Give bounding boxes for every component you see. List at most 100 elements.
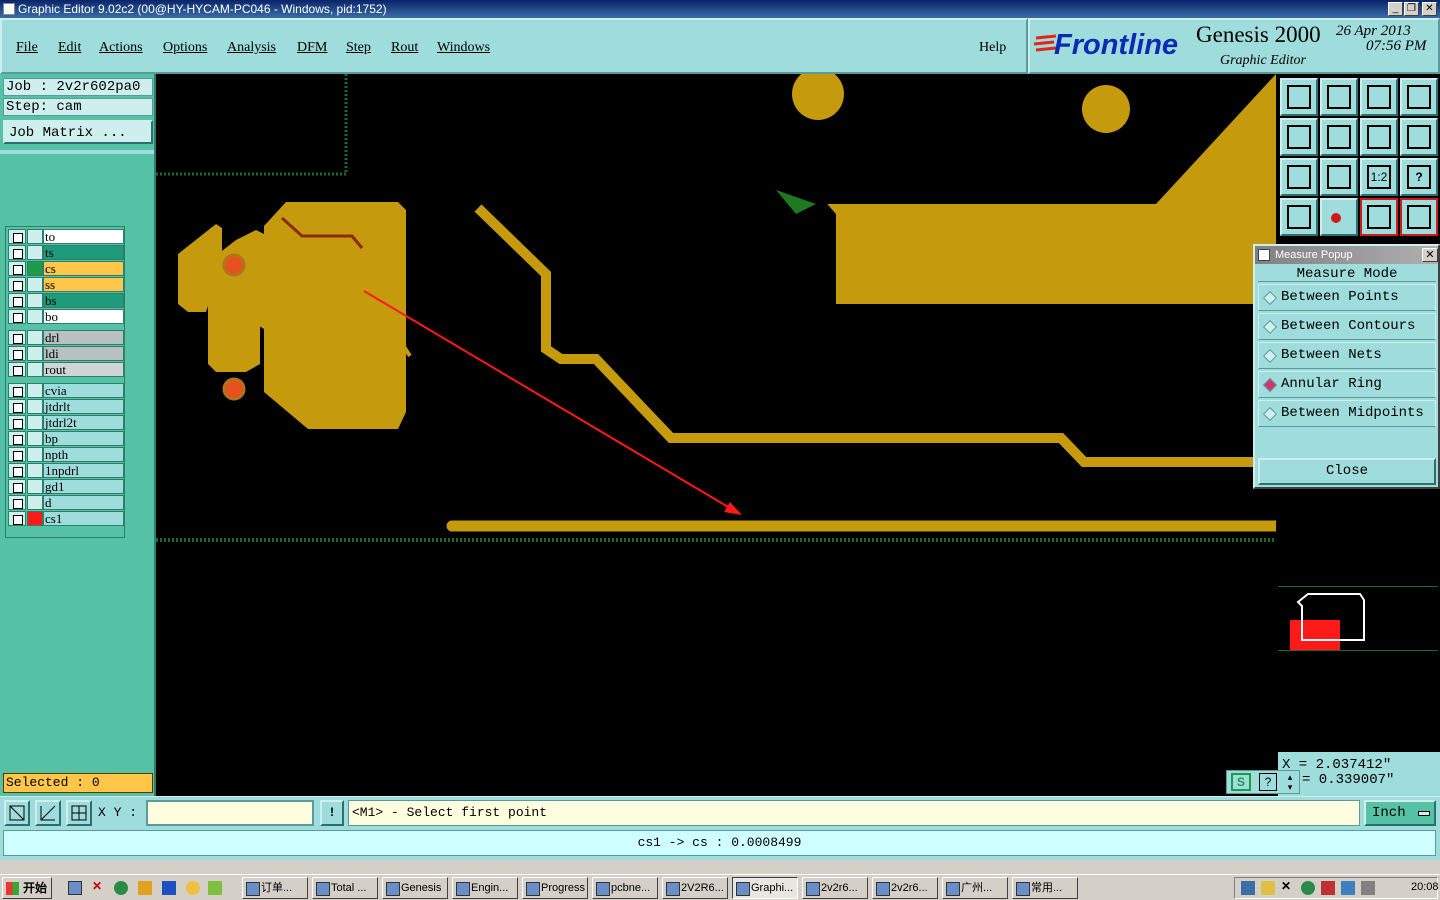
layer-checkbox[interactable] [8,293,26,308]
minimize-button[interactable]: _ [1388,2,1403,16]
net-highlight-icon[interactable] [1400,198,1438,236]
layer-name[interactable]: jtdrlt [43,399,124,414]
layer-row-8[interactable]: rout [8,362,126,377]
layer-color-swatch[interactable] [27,463,43,478]
menu-options[interactable]: Options [163,40,207,56]
tray-icon[interactable] [1341,881,1355,895]
menu-file[interactable]: File [16,40,38,56]
layer-checkbox[interactable] [8,383,26,398]
layer-name[interactable]: npth [43,447,124,462]
layer-row-17[interactable]: cs1 [8,511,126,526]
quicklaunch-icon[interactable] [68,881,82,895]
menu-help[interactable]: Help [979,40,1006,56]
window-icon[interactable] [1400,78,1438,116]
layer-checkbox[interactable] [8,229,26,244]
layer-row-9[interactable]: cvia [8,383,126,398]
quicklaunch-icon[interactable] [138,881,152,895]
taskbar-item[interactable]: 2v2r6... [872,877,938,899]
layer-color-swatch[interactable] [27,447,43,462]
quicklaunch-icon[interactable] [208,881,222,895]
layer-row-0[interactable]: to [8,229,126,244]
layer-name[interactable]: rout [43,362,124,377]
layer-color-swatch[interactable] [27,431,43,446]
units-select[interactable]: Inch [1364,800,1436,826]
layer-row-2[interactable]: cs [8,261,126,276]
measure-option[interactable]: Between Midpoints [1258,400,1436,427]
layer-row-14[interactable]: 1npdrl [8,463,126,478]
layer-color-swatch[interactable] [27,261,43,276]
layer-row-16[interactable]: d [8,495,126,510]
taskbar-item[interactable]: Genesis [382,877,448,899]
layer-checkbox[interactable] [8,447,26,462]
overview-map[interactable] [1278,586,1438,652]
snap-icon[interactable]: S [1231,773,1251,791]
layer-color-swatch[interactable] [27,511,43,526]
measure-option[interactable]: Between Nets [1258,342,1436,369]
maximize-button[interactable]: ❐ [1404,2,1419,16]
layer-color-swatch[interactable] [27,245,43,260]
pan-right-icon[interactable] [1320,118,1358,156]
layer-checkbox[interactable] [8,362,26,377]
probe-icon[interactable] [1320,198,1358,236]
layer-row-15[interactable]: gd1 [8,479,126,494]
layer-name[interactable]: ss [43,277,124,292]
layer-checkbox[interactable] [8,277,26,292]
menu-analysis[interactable]: Analysis [227,40,276,56]
layer-name[interactable]: 1npdrl [43,463,124,478]
layer-row-6[interactable]: drl [8,330,126,345]
settings-icon[interactable] [1280,198,1318,236]
quicklaunch-icon[interactable] [114,881,128,895]
popup-close-button[interactable]: Close [1258,458,1436,485]
layer-name[interactable]: cs [43,261,124,276]
taskbar-item[interactable]: Engin... [452,877,518,899]
layer-color-swatch[interactable] [27,399,43,414]
zoom-ratio-icon[interactable]: 1:2 [1360,158,1398,196]
tray-close-icon[interactable]: ✕ [1281,879,1291,893]
layer-checkbox[interactable] [8,495,26,510]
layer-checkbox[interactable] [8,511,26,526]
taskbar-item[interactable]: pcbne... [592,877,658,899]
quicklaunch-icon[interactable] [186,881,200,895]
menu-windows[interactable]: Windows [437,40,490,56]
layer-checkbox[interactable] [8,399,26,414]
layer-row-11[interactable]: jtdrl2t [8,415,126,430]
layer-row-1[interactable]: ts [8,245,126,260]
layer-color-swatch[interactable] [27,346,43,361]
layer-checkbox[interactable] [8,330,26,345]
layer-name[interactable]: jtdrl2t [43,415,124,430]
menu-dfm[interactable]: DFM [297,40,327,56]
pcb-drawing[interactable] [156,74,1276,796]
graphic-canvas[interactable] [156,74,1276,796]
layer-row-5[interactable]: bo [8,309,126,324]
pan-left-icon[interactable] [1280,118,1318,156]
xy-input[interactable] [146,800,314,826]
layer-checkbox[interactable] [8,309,26,324]
taskbar-item[interactable]: 广州... [942,877,1008,899]
close-window-button[interactable]: ✕ [1422,2,1437,16]
tray-icon[interactable] [1241,881,1255,895]
tray-icon[interactable] [1361,881,1375,895]
taskbar-item[interactable]: 订单... [242,877,308,899]
taskbar-item[interactable]: Progress [522,877,588,899]
layer-row-12[interactable]: bp [8,431,126,446]
layer-row-10[interactable]: jtdrlt [8,399,126,414]
layer-color-swatch[interactable] [27,330,43,345]
measure-option[interactable]: Between Points [1258,284,1436,311]
layer-name[interactable]: cs1 [43,511,124,526]
layer-name[interactable]: ts [43,245,124,260]
net-icon[interactable] [1360,198,1398,236]
layer-name[interactable]: gd1 [43,479,124,494]
taskbar-item[interactable]: Graphi... [732,877,798,899]
layer-name[interactable]: bp [43,431,124,446]
query-icon[interactable]: ? [1259,773,1277,791]
measure-icon[interactable] [35,800,61,826]
tray-icon[interactable] [1321,881,1335,895]
job-matrix-button[interactable]: Job Matrix ... [3,120,153,144]
measure-option[interactable]: Between Contours [1258,313,1436,340]
menu-step[interactable]: Step [346,40,371,56]
layer-color-swatch[interactable] [27,495,43,510]
open-icon[interactable] [1280,78,1318,116]
taskbar-item[interactable]: 2V2R6... [662,877,728,899]
zoom-window-icon[interactable] [4,800,30,826]
layer-name[interactable]: bs [43,293,124,308]
